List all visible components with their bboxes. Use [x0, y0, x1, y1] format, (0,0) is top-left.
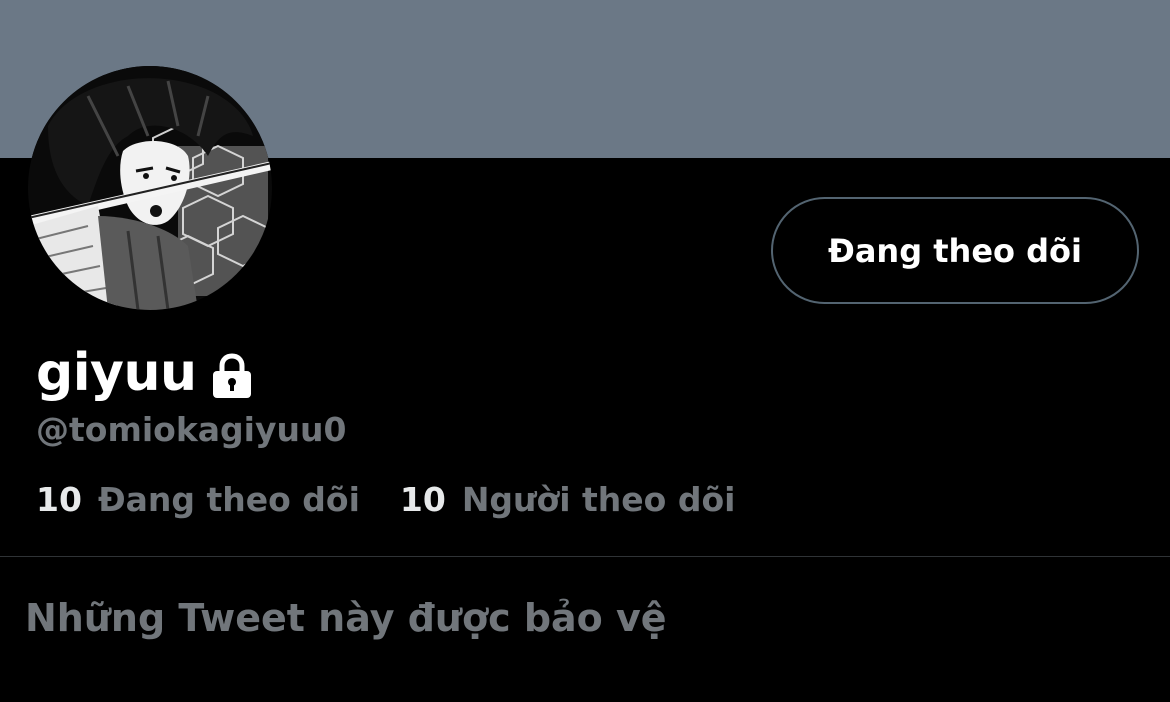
lock-icon [208, 353, 256, 403]
following-stat[interactable]: 10 Đang theo dõi [36, 480, 360, 519]
following-button[interactable]: Đang theo dõi [771, 197, 1139, 304]
avatar-image [28, 66, 272, 310]
followers-stat[interactable]: 10 Người theo dõi [400, 480, 736, 519]
user-handle: @tomiokagiyuu0 [36, 410, 347, 449]
followers-label: Người theo dõi [461, 479, 736, 519]
following-label: Đang theo dõi [97, 479, 360, 519]
follow-stats: 10 Đang theo dõi 10 Người theo dõi [36, 476, 735, 522]
section-divider [0, 556, 1170, 557]
followers-count: 10 [399, 479, 446, 519]
protected-tweets-message: Những Tweet này được bảo vệ [25, 596, 667, 640]
avatar[interactable] [28, 66, 272, 310]
profile-page: Đang theo dõi giyuu @tomiokagiyuu0 10 Đa… [0, 0, 1170, 702]
display-name: giyuu [36, 343, 197, 403]
following-count: 10 [36, 479, 82, 519]
display-name-row: giyuu [36, 340, 256, 406]
